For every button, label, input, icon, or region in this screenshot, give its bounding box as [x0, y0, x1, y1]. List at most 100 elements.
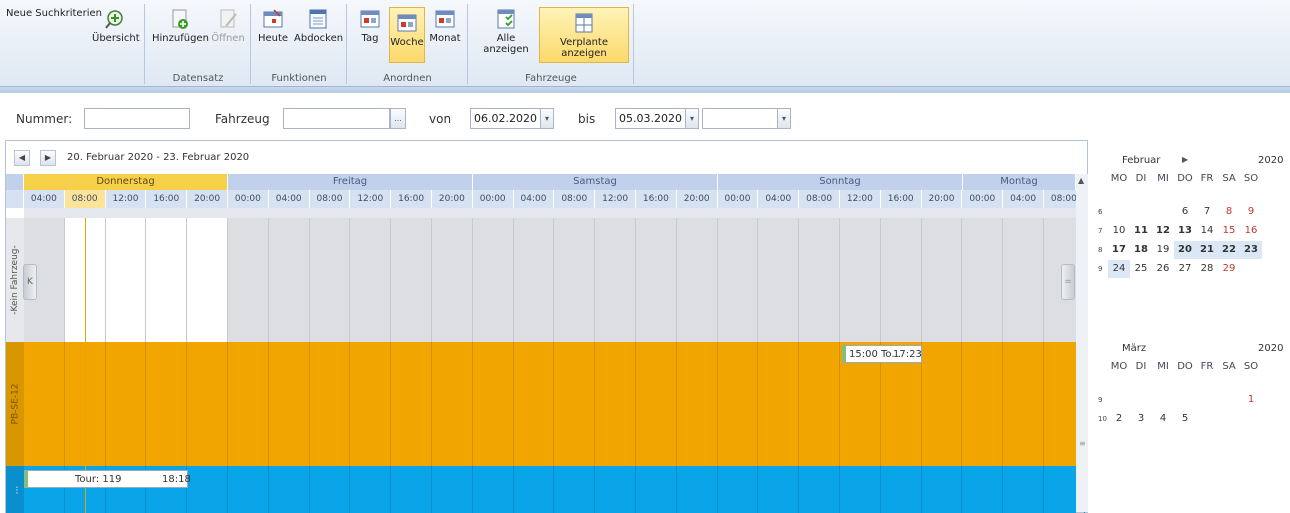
time-cell[interactable] — [24, 342, 65, 466]
scroll-up-icon[interactable]: ▲ — [1078, 176, 1084, 185]
time-cell[interactable] — [840, 466, 881, 513]
calendar-day[interactable]: 15 — [1218, 222, 1240, 240]
time-cell[interactable] — [105, 218, 147, 342]
von-date-input[interactable]: 06.02.2020 — [470, 108, 541, 129]
calendar-day[interactable]: 6 — [1174, 203, 1196, 221]
calendar-day[interactable]: 23 — [1240, 241, 1262, 259]
time-cell[interactable] — [799, 342, 840, 466]
time-cell[interactable] — [799, 466, 840, 513]
calendar-day[interactable]: 1 — [1240, 391, 1262, 409]
calendar-day[interactable]: 27 — [1174, 260, 1196, 278]
time-cell[interactable] — [962, 466, 1004, 513]
time-cell[interactable] — [473, 342, 514, 466]
time-cell[interactable] — [1003, 218, 1044, 342]
time-cell[interactable] — [514, 342, 555, 466]
collapse-right-handle[interactable]: = — [1061, 264, 1075, 300]
time-cell[interactable] — [799, 218, 840, 342]
scroll-grip-icon[interactable]: ≡ — [1079, 439, 1086, 448]
time-cell[interactable] — [391, 466, 432, 513]
time-cell[interactable] — [310, 466, 351, 513]
time-cell[interactable] — [636, 342, 677, 466]
time-cell[interactable] — [1003, 342, 1044, 466]
prev-period-button[interactable]: ◀ — [14, 150, 30, 166]
calendar-day[interactable]: 9 — [1240, 203, 1262, 221]
time-cell[interactable] — [1003, 466, 1044, 513]
bis-dropdown-button[interactable]: ▾ — [685, 108, 699, 129]
time-cell[interactable] — [146, 342, 188, 466]
calendar-day[interactable]: 20 — [1174, 241, 1196, 259]
time-cell[interactable] — [187, 342, 228, 466]
time-cell[interactable] — [391, 218, 432, 342]
time-cell[interactable] — [758, 466, 800, 513]
extra-select[interactable] — [702, 108, 778, 129]
time-cell[interactable] — [881, 466, 922, 513]
time-cell[interactable] — [269, 466, 310, 513]
calendar-day[interactable]: 11 — [1130, 222, 1152, 240]
calendar-day[interactable]: 26 — [1152, 260, 1174, 278]
time-cell[interactable] — [350, 218, 392, 342]
next-month-icon[interactable]: ▶ — [1182, 155, 1188, 164]
time-cell[interactable] — [228, 466, 269, 513]
calendar-day[interactable]: 28 — [1196, 260, 1218, 278]
calendar-day[interactable]: 21 — [1196, 241, 1218, 259]
time-cell[interactable] — [146, 218, 188, 342]
time-cell[interactable] — [432, 218, 473, 342]
time-cell[interactable] — [840, 218, 881, 342]
calendar-day[interactable]: 10 — [1108, 222, 1130, 240]
time-cell[interactable] — [106, 342, 147, 466]
time-cell[interactable] — [922, 342, 963, 466]
appointment[interactable]: Tour: 119 18:18 — [24, 470, 191, 488]
time-cell[interactable] — [391, 342, 432, 466]
time-cell[interactable] — [962, 342, 1004, 466]
time-cell[interactable] — [677, 466, 718, 513]
calendar-day[interactable]: 22 — [1218, 241, 1240, 259]
time-cell[interactable] — [269, 342, 310, 466]
time-cell[interactable] — [554, 218, 596, 342]
time-cell[interactable] — [228, 218, 269, 342]
calendar-day[interactable]: 4 — [1152, 410, 1174, 428]
resource-row-kein-fahrzeug[interactable] — [24, 218, 1085, 342]
time-cell[interactable] — [718, 342, 759, 466]
extra-dropdown-button[interactable]: ▾ — [777, 108, 791, 129]
nummer-input[interactable] — [84, 108, 190, 129]
vertical-scrollbar[interactable]: ▲ ≡ — [1076, 174, 1088, 512]
time-cell[interactable] — [432, 466, 473, 513]
fahrzeug-input[interactable] — [283, 108, 390, 129]
time-cell[interactable] — [922, 218, 963, 342]
time-cell[interactable] — [310, 342, 351, 466]
calendar-day[interactable]: 8 — [1218, 203, 1240, 221]
time-cell[interactable] — [595, 218, 636, 342]
time-cell[interactable] — [962, 218, 1004, 342]
time-cell[interactable] — [432, 342, 473, 466]
time-cell[interactable] — [758, 218, 800, 342]
time-cell[interactable] — [350, 342, 392, 466]
time-cell[interactable] — [881, 218, 922, 342]
time-cell[interactable] — [228, 342, 269, 466]
time-cell[interactable] — [187, 466, 228, 513]
time-cell[interactable] — [758, 342, 800, 466]
time-cell[interactable] — [514, 218, 555, 342]
time-cell[interactable] — [554, 342, 596, 466]
time-cell[interactable] — [718, 466, 759, 513]
calendar-day[interactable]: 16 — [1240, 222, 1262, 240]
calendar-day[interactable]: 3 — [1130, 410, 1152, 428]
calendar-day[interactable]: 24 — [1108, 260, 1130, 278]
appointment[interactable]: 15:00 To... 17:23 — [842, 345, 922, 363]
time-cell[interactable] — [187, 218, 228, 342]
time-cell[interactable] — [922, 466, 963, 513]
time-cell[interactable] — [473, 466, 514, 513]
time-cell[interactable] — [595, 466, 636, 513]
calendar-day[interactable]: 17 — [1108, 241, 1130, 259]
calendar-day[interactable]: 19 — [1152, 241, 1174, 259]
calendar-day[interactable]: 2 — [1108, 410, 1130, 428]
time-cell[interactable] — [350, 466, 392, 513]
time-cell[interactable] — [514, 466, 555, 513]
collapse-left-handle[interactable]: K — [23, 264, 37, 300]
calendar-day[interactable]: 13 — [1174, 222, 1196, 240]
time-cell[interactable] — [677, 218, 718, 342]
calendar-day[interactable]: 29 — [1218, 260, 1240, 278]
calendar-day[interactable]: 18 — [1130, 241, 1152, 259]
calendar-day[interactable]: 12 — [1152, 222, 1174, 240]
bis-date-input[interactable]: 05.03.2020 — [615, 108, 686, 129]
von-dropdown-button[interactable]: ▾ — [540, 108, 554, 129]
